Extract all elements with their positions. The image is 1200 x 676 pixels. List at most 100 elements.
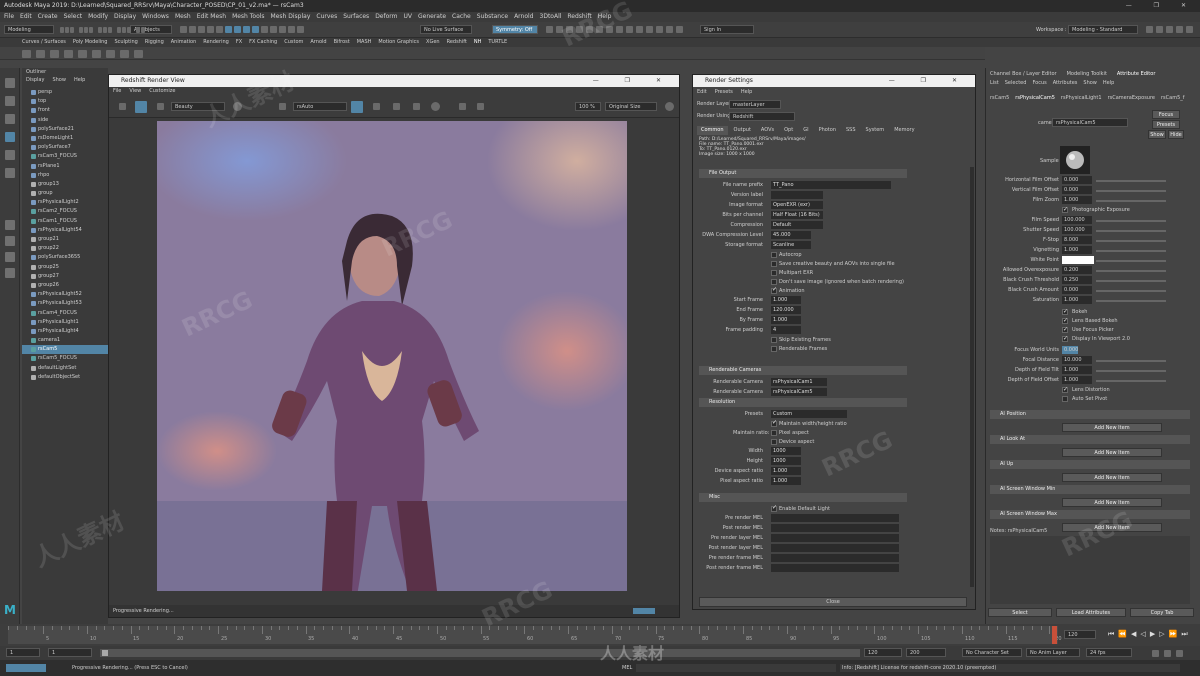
panel-toggle-icon[interactable] (1146, 26, 1153, 33)
render-tool-icon[interactable] (546, 26, 553, 33)
render-tool-icon[interactable] (676, 26, 683, 33)
attribute-menu-item[interactable]: Show (1083, 80, 1097, 88)
mel-field[interactable] (771, 514, 899, 522)
mode-dropdown[interactable]: Modeling (4, 25, 54, 34)
section-header[interactable]: File Output (699, 169, 907, 178)
render-settings-tab[interactable]: AOVs (757, 126, 778, 135)
sign-in-button[interactable]: Sign In (700, 25, 754, 34)
node-tab[interactable]: rsCameraExposure (1108, 95, 1155, 103)
attribute-menu-item[interactable]: Help (1103, 80, 1114, 88)
step-forward-icon[interactable]: ▷ (1159, 630, 1164, 639)
shelf-icon[interactable] (106, 50, 115, 58)
presets-button[interactable]: Presets (1152, 120, 1180, 129)
live-surface-dropdown[interactable]: No Live Surface (420, 25, 472, 34)
section-header[interactable]: Misc (699, 493, 907, 502)
setting-field[interactable]: 1.000 (771, 296, 801, 304)
render-tool-icon[interactable] (666, 26, 673, 33)
outliner-menu-item[interactable]: Help (74, 76, 85, 84)
setting-field[interactable]: OpenEXR (exr) (771, 201, 823, 209)
render-settings-tab[interactable]: System (862, 126, 889, 135)
range-bar[interactable] (100, 649, 860, 657)
render-image[interactable] (157, 121, 627, 591)
paint-tool-icon[interactable] (5, 114, 15, 124)
lasso-tool-icon[interactable] (5, 96, 15, 106)
shelf-icon[interactable] (134, 50, 143, 58)
setting-field[interactable]: 1.000 (771, 467, 801, 475)
shelf-tab[interactable]: Sculpting (114, 38, 137, 47)
setting-field[interactable]: rsPhysicalCam5 (771, 388, 827, 396)
setting-field[interactable]: 45.000 (771, 231, 811, 239)
outliner-layout-icon[interactable] (5, 268, 15, 278)
status-tool-icon[interactable] (65, 27, 69, 33)
gear-icon[interactable] (665, 102, 674, 111)
attribute-slider[interactable] (1096, 300, 1166, 302)
render-tool-icon[interactable] (566, 26, 573, 33)
render-tool-icon[interactable] (626, 26, 633, 33)
render-view-menu-item[interactable]: View (129, 87, 141, 96)
presets-dropdown[interactable]: Custom (771, 410, 847, 418)
attribute-menu-item[interactable]: Focus (1032, 80, 1046, 88)
shelf-icon[interactable] (92, 50, 101, 58)
render-view-window-controls[interactable]: — ❐ ✕ (593, 75, 673, 87)
render-view-menu-item[interactable]: File (113, 87, 121, 96)
mel-field[interactable] (771, 524, 899, 532)
attribute-slider[interactable] (1096, 240, 1166, 242)
menu-3dtoall[interactable]: 3DtoAll (540, 12, 562, 22)
menu-generate[interactable]: Generate (418, 12, 446, 22)
focus-button[interactable]: Focus (1152, 110, 1180, 119)
copy-tab-button[interactable]: Copy Tab (1130, 608, 1194, 617)
render-tool-icon[interactable] (636, 26, 643, 33)
snap-tool-icon[interactable] (252, 26, 259, 33)
shelf-icon[interactable] (78, 50, 87, 58)
render-icon[interactable] (119, 103, 126, 110)
shelf-tab[interactable]: MASH (357, 38, 372, 47)
menu-windows[interactable]: Windows (142, 12, 169, 22)
panel-toggle-icon[interactable] (1156, 26, 1163, 33)
audio-icon[interactable] (1176, 650, 1183, 657)
attribute-slider[interactable] (1096, 260, 1166, 262)
attribute-tab[interactable]: Attribute Editor (1117, 71, 1155, 80)
outliner-item[interactable]: polySurface21 (22, 125, 108, 134)
outliner-item[interactable]: group27 (22, 272, 108, 281)
render-settings-tab[interactable]: GI (799, 126, 812, 135)
ae-section-header[interactable]: AI Screen Window Max (990, 510, 1190, 519)
status-tool-icon[interactable] (117, 27, 121, 33)
section-header[interactable]: Renderable Cameras (699, 366, 907, 375)
command-line-input[interactable] (636, 664, 836, 672)
close-button[interactable]: Close (699, 597, 967, 607)
outliner-item[interactable]: polySurface3655 (22, 253, 108, 262)
playback-start-field[interactable]: 1 (48, 648, 92, 657)
add-new-item-button[interactable]: Add New Item (1062, 423, 1162, 432)
step-back-icon[interactable]: ◀ (1131, 630, 1136, 639)
status-tool-icon[interactable] (136, 27, 140, 33)
outliner-item[interactable]: polySurface7 (22, 143, 108, 152)
render-tool-icon[interactable] (606, 26, 613, 33)
attribute-field[interactable]: 0.250 (1062, 276, 1092, 284)
menu-redshift[interactable]: Redshift (567, 12, 591, 22)
render-settings-window-controls[interactable]: — ❐ ✕ (889, 75, 969, 87)
menu-substance[interactable]: Substance (477, 12, 508, 22)
status-tool-icon[interactable] (103, 27, 107, 33)
anim-prefs-icon[interactable] (1164, 650, 1171, 657)
outliner-item[interactable]: rsPhysicalLight54 (22, 226, 108, 235)
menu-display[interactable]: Display (114, 12, 136, 22)
shelf-tab[interactable]: XGen (426, 38, 440, 47)
outliner-item[interactable]: rsCam2_FOCUS (22, 207, 108, 216)
snap-tool-icon[interactable] (234, 26, 241, 33)
ae-section-header[interactable]: AI Up (990, 460, 1190, 469)
render-tool-icon[interactable] (586, 26, 593, 33)
load-attributes-button[interactable]: Load Attributes (1056, 608, 1126, 617)
checkbox[interactable] (771, 286, 777, 294)
node-name-field[interactable]: rsPhysicalCam5 (1052, 118, 1128, 127)
snap-tool-icon[interactable] (279, 26, 286, 33)
shelf-tab[interactable]: Redshift (447, 38, 467, 47)
checkbox[interactable] (1062, 307, 1068, 316)
checkbox[interactable] (1062, 385, 1068, 394)
setting-field[interactable]: rsPhysicalCam1 (771, 378, 827, 386)
snap-tool-icon[interactable] (261, 26, 268, 33)
outliner-menu-item[interactable]: Show (52, 76, 66, 84)
outliner-item[interactable]: rsCam5 (22, 345, 108, 355)
shelf-tab[interactable]: FX Caching (249, 38, 277, 47)
render-settings-menu-item[interactable]: Help (741, 89, 752, 95)
checkbox[interactable] (771, 279, 777, 285)
